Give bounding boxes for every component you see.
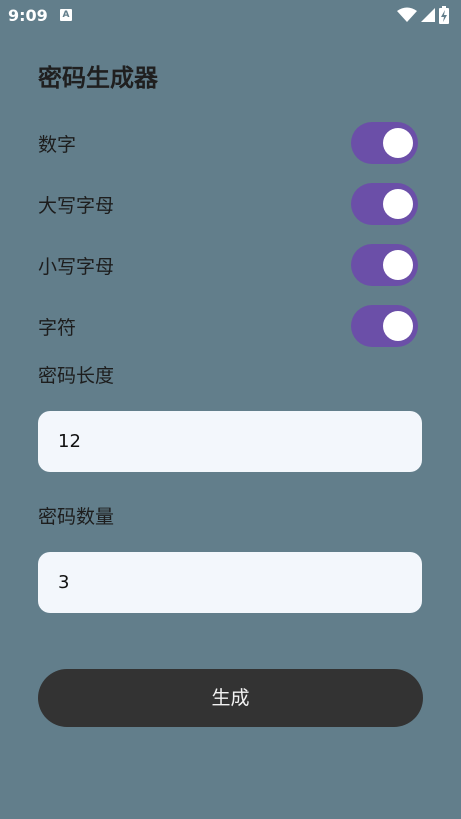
count-input[interactable]: 3	[38, 552, 422, 613]
toggle-knob	[383, 311, 413, 341]
option-row-digits: 数字	[38, 122, 418, 164]
battery-charging-icon	[439, 6, 449, 24]
status-icons	[397, 5, 449, 25]
status-bar: 9:09 A	[0, 0, 461, 32]
option-row-uppercase: 大写字母	[38, 183, 418, 225]
page-title: 密码生成器	[38, 64, 158, 92]
signal-icon	[421, 8, 435, 22]
option-row-lowercase: 小写字母	[38, 244, 418, 286]
option-label-symbols: 字符	[38, 317, 77, 339]
toggle-uppercase[interactable]	[351, 183, 418, 225]
count-label: 密码数量	[38, 506, 115, 528]
length-input[interactable]: 12	[38, 411, 422, 472]
generate-button[interactable]: 生成	[38, 669, 423, 727]
length-label: 密码长度	[38, 365, 115, 387]
toggle-symbols[interactable]	[351, 305, 418, 347]
notification-icon: A	[60, 9, 72, 21]
toggle-knob	[383, 250, 413, 280]
option-label-digits: 数字	[38, 134, 77, 156]
status-time: 9:09	[8, 6, 48, 25]
toggle-knob	[383, 128, 413, 158]
toggle-lowercase[interactable]	[351, 244, 418, 286]
option-row-symbols: 字符	[38, 305, 418, 347]
toggle-digits[interactable]	[351, 122, 418, 164]
option-label-uppercase: 大写字母	[38, 195, 115, 217]
option-label-lowercase: 小写字母	[38, 256, 115, 278]
wifi-icon	[397, 7, 417, 22]
toggle-knob	[383, 189, 413, 219]
